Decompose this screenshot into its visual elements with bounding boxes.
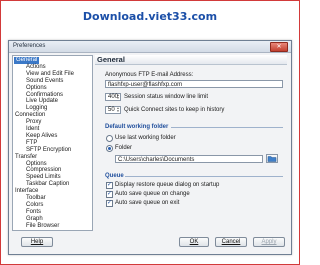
help-button-label: Help	[30, 239, 44, 245]
close-icon: ✕	[276, 44, 282, 50]
category-tree[interactable]: General Actions View and Edit File Sound Ev…	[12, 55, 93, 231]
autosave-exit-label: Auto save queue on exit	[115, 200, 180, 206]
display-restore-checkbox[interactable]	[106, 181, 113, 189]
cancel-button-label: Cancel	[221, 239, 241, 245]
quick-connect-spinner[interactable]: 50 ▲ ▼	[105, 106, 121, 114]
spinner-arrows-icon[interactable]: ▲ ▼	[116, 107, 120, 113]
folder-path-field[interactable]: C:\Users\charles\Documents	[115, 155, 263, 163]
autosave-exit-checkbox[interactable]	[106, 199, 113, 207]
apply-button-label: Apply	[261, 239, 277, 245]
quick-connect-value: 50	[108, 107, 115, 113]
browse-folder-button[interactable]	[266, 154, 278, 163]
help-button[interactable]: Help	[21, 237, 53, 247]
queue-title: Queue	[105, 173, 124, 179]
folder-label: Folder	[115, 145, 133, 151]
folder-browse-icon	[267, 156, 277, 162]
spinner-arrows-icon[interactable]: ▲ ▼	[116, 94, 120, 100]
close-button[interactable]: ✕	[270, 42, 288, 52]
working-folder-title: Default working folder	[105, 124, 169, 130]
autosave-change-label: Auto save queue on change	[115, 191, 190, 197]
anon-email-field[interactable]: flashfxp-user@flashfxp.com	[105, 80, 283, 88]
status-limit-spinner[interactable]: 400 ▲ ▼	[105, 93, 121, 101]
use-last-folder-label: Use last working folder	[115, 135, 176, 141]
ok-button[interactable]: OK	[179, 237, 209, 247]
title-bar: Preferences ✕	[9, 41, 291, 53]
display-restore-label: Display restore queue dialog on startup	[115, 182, 220, 188]
ok-button-label: OK	[189, 239, 199, 245]
tree-subitem[interactable]: File Browser	[26, 223, 59, 230]
autosave-change-checkbox[interactable]	[106, 190, 113, 198]
anon-email-label: Anonymous FTP E-mail Address:	[105, 72, 194, 78]
cancel-button[interactable]: Cancel	[215, 237, 247, 247]
window-title: Preferences	[13, 43, 46, 49]
general-panel: General Anonymous FTP E-mail Address: fl…	[95, 55, 287, 229]
section-divider	[171, 127, 283, 128]
preferences-dialog: Preferences ✕ General Actions View and Edi…	[8, 40, 292, 255]
status-limit-label: Session status window line limit	[124, 94, 209, 100]
folder-radio[interactable]	[106, 145, 113, 152]
use-last-folder-radio[interactable]	[106, 135, 113, 142]
apply-button[interactable]: Apply	[253, 237, 285, 247]
section-divider	[125, 176, 283, 177]
watermark-banner: Download.viet33.com	[82, 10, 218, 23]
panel-title: General	[95, 55, 287, 65]
quick-connect-label: Quick Connect sites to keep in history	[124, 107, 225, 113]
